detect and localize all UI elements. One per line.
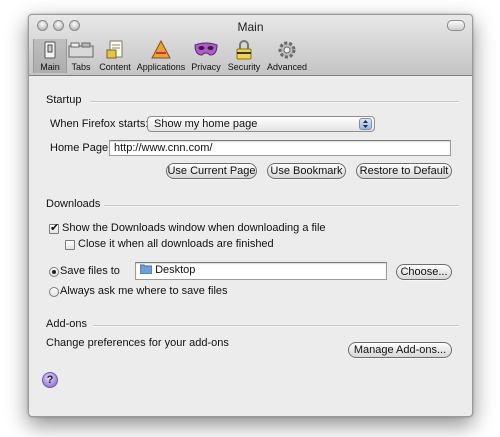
addons-description: Change preferences for your add-ons [46,337,229,349]
toolbar-item-main[interactable]: Main [33,39,67,73]
addons-heading: Add-ons [46,318,87,330]
toolbar-item-label: Privacy [191,62,221,72]
use-current-page-button[interactable]: Use Current Page [166,163,257,179]
preferences-window: Main Main Tabs Content Applications Priv… [28,14,473,417]
always-ask-label: Always ask me where to save files [60,285,228,297]
when-firefox-starts-label: When Firefox starts: [50,118,149,130]
save-files-to-label: Save files to [60,265,120,277]
folder-icon [139,264,153,275]
privacy-mask-icon [194,42,218,56]
toolbar-item-label: Main [40,62,60,72]
applications-icon [151,39,171,59]
use-bookmark-button[interactable]: Use Bookmark [267,163,346,179]
when-firefox-starts-value: Show my home page [154,118,258,130]
tabs-icon [68,42,94,58]
show-downloads-window-checkbox[interactable] [49,221,59,234]
show-downloads-window-label: Show the Downloads window when downloadi… [62,222,326,234]
window-title: Main [237,20,264,34]
toolbar-item-security[interactable]: Security [225,39,263,73]
title-bar: Main Main Tabs Content Applications Priv… [29,15,472,76]
close-when-done-label: Close it when all downloads are finished [78,238,274,250]
toolbar-item-content[interactable]: Content [97,39,133,73]
toolbar-item-label: Security [227,62,261,72]
toolbar-item-label: Applications [136,62,186,72]
home-page-input[interactable]: http://www.cnn.com/ [109,140,451,156]
content-icon [106,40,123,59]
restore-to-default-button[interactable]: Restore to Default [356,163,452,179]
save-location-value: Desktop [155,264,196,276]
addons-separator [93,325,459,327]
main-switch-icon [44,41,56,59]
toolbar-item-privacy[interactable]: Privacy [189,39,223,73]
save-location-field: Desktop [135,262,387,280]
startup-separator [90,101,459,103]
toolbar-item-tabs[interactable]: Tabs [66,39,96,73]
when-firefox-starts-select[interactable]: Show my home page [147,116,375,132]
toolbar-toggle-button[interactable] [447,20,465,31]
toolbar-item-label: Advanced [266,62,308,72]
downloads-separator [104,205,459,207]
advanced-gear-icon [278,41,296,59]
choose-button[interactable]: Choose... [396,264,452,280]
startup-heading: Startup [46,94,82,106]
updown-arrows-icon [359,118,372,130]
toolbar-item-label: Tabs [71,62,91,72]
downloads-heading: Downloads [46,198,101,210]
manage-addons-button[interactable]: Manage Add-ons... [348,342,452,358]
close-when-done-checkbox[interactable] [65,240,75,250]
toolbar-item-applications[interactable]: Applications [135,39,187,73]
home-page-label: Home Page: [50,142,112,154]
save-files-to-radio[interactable] [49,267,59,277]
toolbar-item-label: Content [99,62,131,72]
security-lock-icon [236,40,252,60]
help-button[interactable]: ? [42,372,58,388]
toolbar-item-advanced[interactable]: Advanced [265,39,309,73]
always-ask-radio[interactable] [49,287,59,297]
